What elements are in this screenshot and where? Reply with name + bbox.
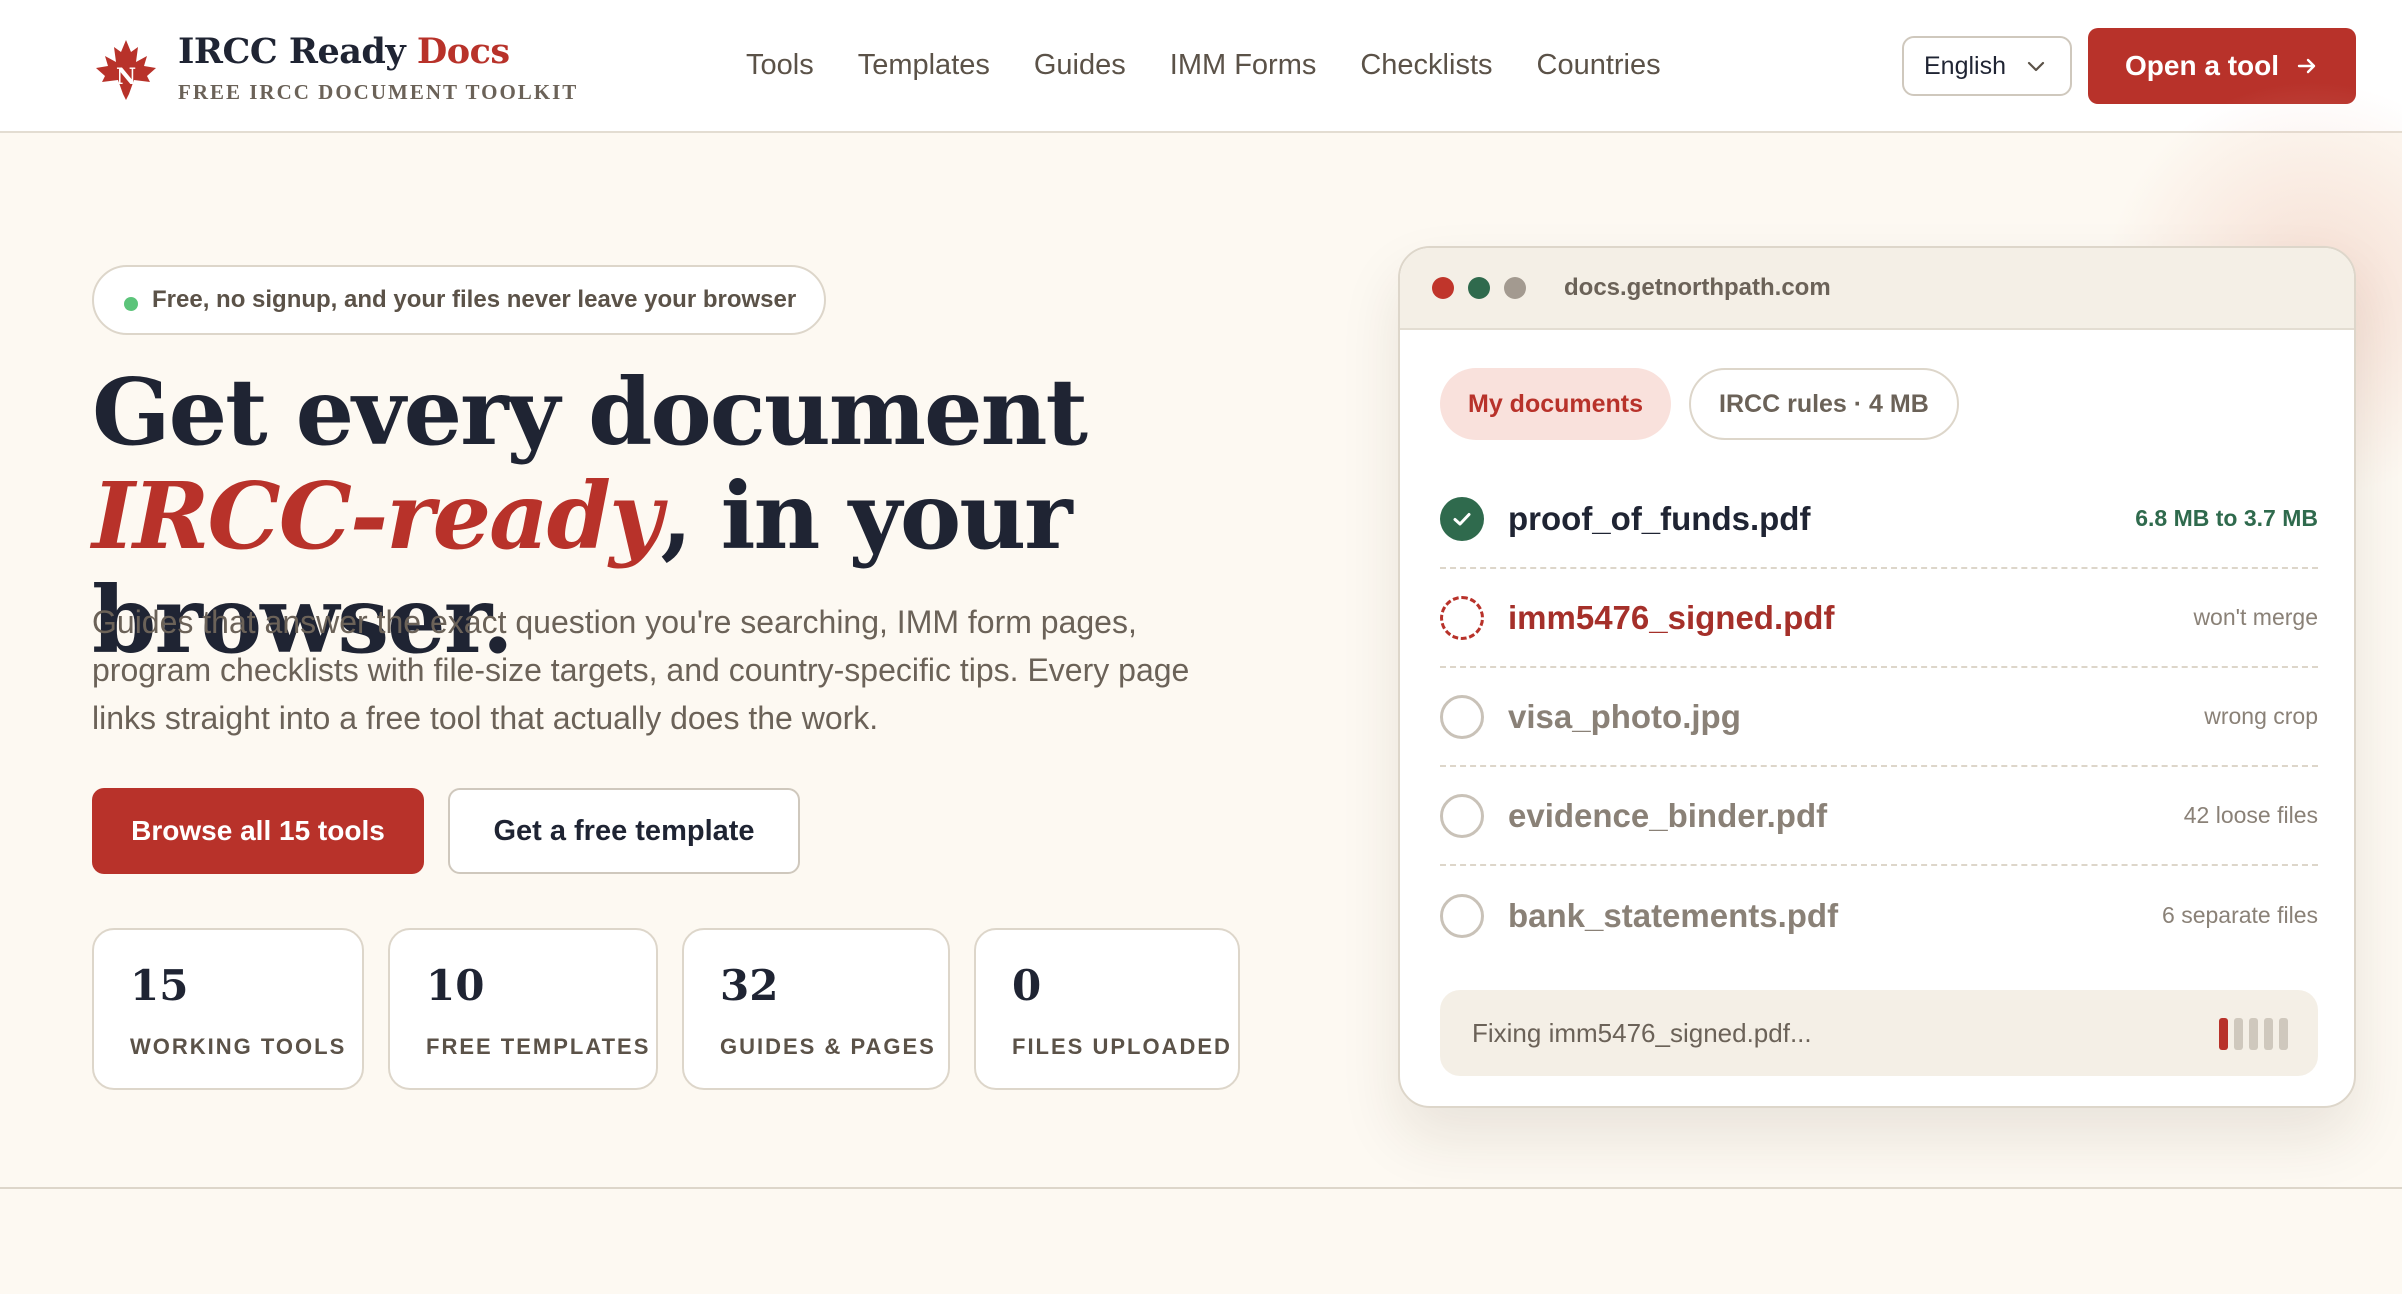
stat-label: GUIDES & PAGES <box>720 1034 936 1059</box>
nav-item-tools[interactable]: Tools <box>746 46 814 84</box>
stat-label: FREE TEMPLATES <box>426 1034 651 1059</box>
tab-ircc-rules[interactable]: IRCC rules · 4 MB <box>1689 368 1959 440</box>
window-zoom-dot <box>1504 277 1526 299</box>
file-note: 42 loose files <box>2183 802 2318 828</box>
empty-circle-icon <box>1440 893 1484 938</box>
progress-text: Fixing imm5476_signed.pdf... <box>1472 1017 1812 1048</box>
loading-circle-icon <box>1440 595 1484 640</box>
progress-segment <box>2279 1018 2288 1050</box>
progress-status: Fixing imm5476_signed.pdf... <box>1440 990 2318 1076</box>
tab-my-documents[interactable]: My documents <box>1440 368 1672 440</box>
privacy-pill-text: Free, no signup, and your files never le… <box>152 286 797 313</box>
empty-circle-icon <box>1440 793 1484 838</box>
arrow-right-icon <box>2297 58 2316 74</box>
window-close-dot <box>1432 277 1454 299</box>
list-item[interactable]: visa_photo.jpg wrong crop <box>1440 668 2318 767</box>
status-dot <box>124 297 138 311</box>
mock-tabs: My documents IRCC rules · 4 MB <box>1440 368 1959 440</box>
open-tool-button-label: Open a tool <box>2125 50 2279 81</box>
browser-titlebar: docs.getnorthpath.com <box>1400 248 2354 330</box>
file-name: bank_statements.pdf <box>1508 896 1839 934</box>
file-note: wrong crop <box>2204 703 2318 729</box>
headline-accent: IRCC-ready <box>92 462 663 570</box>
chevron-down-icon <box>2027 61 2045 72</box>
list-item[interactable]: evidence_binder.pdf 42 loose files <box>1440 767 2318 866</box>
stat-card-uploads: 0 FILES UPLOADED <box>974 928 1240 1090</box>
list-item[interactable]: imm5476_signed.pdf won't merge <box>1440 569 2318 668</box>
list-item[interactable]: bank_statements.pdf 6 separate files <box>1440 866 2318 965</box>
browser-mockup: docs.getnorthpath.com My documents IRCC … <box>1398 246 2356 1108</box>
list-item[interactable]: proof_of_funds.pdf 6.8 MB to 3.7 MB <box>1440 470 2318 569</box>
file-name: visa_photo.jpg <box>1508 697 1741 735</box>
nav-item-guides[interactable]: Guides <box>1034 46 1126 84</box>
brand-title-accent: Docs <box>416 31 510 72</box>
site-header: N IRCC Ready Docs FREE IRCC DOCUMENT TOO… <box>0 0 2402 133</box>
brand-subtitle: FREE IRCC DOCUMENT TOOLKIT <box>178 80 579 104</box>
language-select-value: English <box>1924 51 2006 80</box>
stat-value: 10 <box>426 961 485 1010</box>
brand-logo[interactable]: N IRCC Ready Docs FREE IRCC DOCUMENT TOO… <box>92 32 578 105</box>
nav-item-countries[interactable]: Countries <box>1537 46 1661 84</box>
file-name: proof_of_funds.pdf <box>1508 499 1811 537</box>
progress-segment <box>2219 1018 2228 1050</box>
file-note: 6.8 MB to 3.7 MB <box>2135 505 2318 531</box>
file-name: imm5476_signed.pdf <box>1508 598 1835 636</box>
section-divider <box>0 1187 2402 1189</box>
stat-label: FILES UPLOADED <box>1012 1034 1232 1059</box>
stat-card-templates: 10 FREE TEMPLATES <box>388 928 658 1090</box>
browse-tools-button[interactable]: Browse all 15 tools <box>92 788 424 874</box>
file-note: won't merge <box>2193 604 2318 630</box>
progress-bars <box>2219 1018 2288 1050</box>
main-nav: Tools Templates Guides IMM Forms Checkli… <box>746 46 1661 84</box>
stat-value: 15 <box>130 961 189 1010</box>
file-list: proof_of_funds.pdf 6.8 MB to 3.7 MB imm5… <box>1440 470 2318 965</box>
stat-label: WORKING TOOLS <box>130 1034 347 1059</box>
hero-lede: Guides that answer the exact question yo… <box>92 604 1190 736</box>
empty-circle-icon <box>1440 694 1484 739</box>
stat-value: 32 <box>720 961 779 1010</box>
stat-value: 0 <box>1012 961 1042 1010</box>
language-select[interactable]: English <box>1902 36 2072 96</box>
stat-card-tools: 15 WORKING TOOLS <box>92 928 364 1090</box>
progress-segment <box>2249 1018 2258 1050</box>
get-template-button[interactable]: Get a free template <box>448 788 800 874</box>
window-minimize-dot <box>1468 277 1490 299</box>
file-name: evidence_binder.pdf <box>1508 796 1828 834</box>
progress-segment <box>2264 1018 2273 1050</box>
nav-item-imm-forms[interactable]: IMM Forms <box>1170 46 1317 84</box>
progress-segment <box>2234 1018 2243 1050</box>
maple-leaf-icon: N <box>96 40 156 100</box>
nav-item-checklists[interactable]: Checklists <box>1360 46 1492 84</box>
stat-card-guides: 32 GUIDES & PAGES <box>682 928 950 1090</box>
privacy-pill: Free, no signup, and your files never le… <box>92 265 827 335</box>
nav-item-templates[interactable]: Templates <box>858 46 990 84</box>
check-circle-icon <box>1440 496 1484 541</box>
brand-title: IRCC Ready Docs <box>178 31 510 72</box>
file-note: 6 separate files <box>2162 902 2318 928</box>
browser-url: docs.getnorthpath.com <box>1564 274 1831 301</box>
svg-text:N: N <box>116 64 136 90</box>
